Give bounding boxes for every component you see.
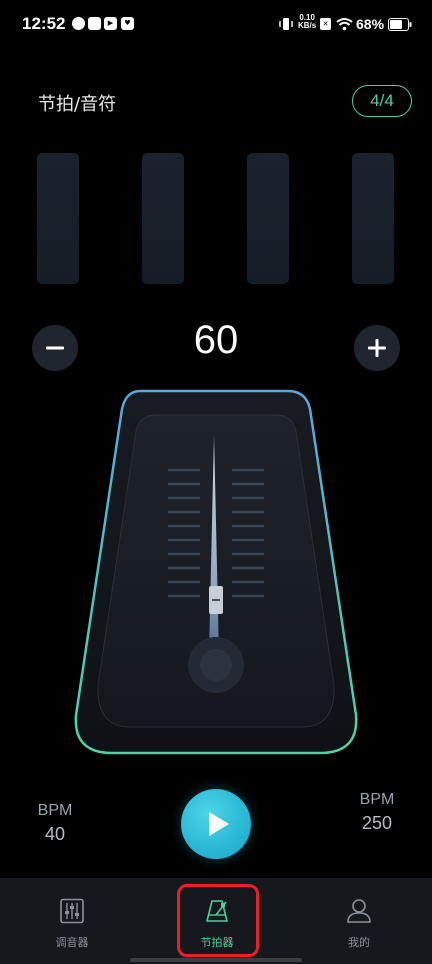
user-icon: [347, 899, 371, 923]
play-notification-icon: ▶: [104, 17, 117, 30]
status-time: 12:52: [22, 14, 66, 33]
vibrate-icon: [279, 18, 293, 30]
tuner-sliders-icon: [60, 898, 84, 924]
sim-x-icon: ✕: [320, 18, 331, 30]
battery-percent: 68%: [356, 16, 385, 32]
metronome-graphic[interactable]: [70, 385, 362, 760]
wifi-icon: [336, 18, 353, 31]
battery-icon: [388, 18, 412, 31]
max-bpm-value: 250: [361, 813, 393, 833]
beat-indicator[interactable]: [142, 153, 184, 284]
beat-indicator[interactable]: [37, 153, 79, 284]
net-speed-unit: KB/s: [298, 21, 317, 30]
max-bpm-label: BPM: [359, 791, 395, 808]
play-button[interactable]: [181, 789, 251, 859]
min-bpm-label: BPM: [37, 802, 73, 819]
nav-tuner[interactable]: 调音器: [22, 878, 122, 964]
beat-indicator[interactable]: [352, 153, 394, 284]
network-speed: 0.10 KB/s: [298, 14, 316, 30]
nav-profile-label: 我的: [348, 936, 370, 949]
home-indicator[interactable]: [130, 958, 302, 962]
nav-tuner-label: 调音器: [55, 936, 89, 949]
play-icon: [209, 812, 229, 836]
plus-icon: [368, 339, 386, 357]
increase-tempo-button[interactable]: [354, 325, 400, 371]
time-signature-button[interactable]: 4/4: [352, 85, 412, 117]
beat-indicator[interactable]: [247, 153, 289, 284]
app-notification-icon: [88, 17, 101, 30]
highlight-annotation: [177, 884, 259, 957]
beat-note-title: 节拍/音符: [38, 94, 117, 115]
app-notification-icon: [72, 17, 85, 30]
nav-profile[interactable]: 我的: [309, 878, 409, 964]
mail-notification-icon: ♥: [121, 17, 134, 30]
min-bpm-value: 40: [44, 824, 66, 844]
